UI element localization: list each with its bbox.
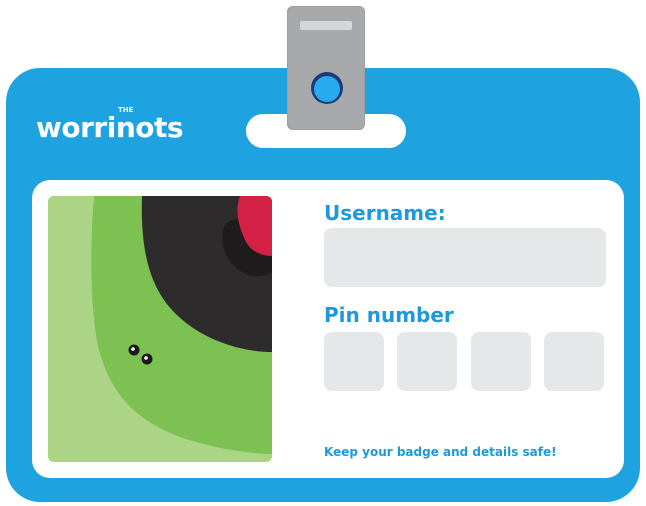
username-input[interactable] xyxy=(324,228,606,287)
clip-bar xyxy=(300,21,352,30)
pin-label: Pin number xyxy=(324,303,454,327)
worrinot-creature-avatar xyxy=(48,196,272,462)
avatar xyxy=(48,196,272,462)
badge-clip-icon xyxy=(287,6,365,130)
pin-digit-4[interactable] xyxy=(544,332,604,391)
safety-note: Keep your badge and details safe! xyxy=(324,445,557,459)
pin-digit-3[interactable] xyxy=(471,332,531,391)
worrinots-logo: THE worrinots xyxy=(36,106,226,150)
username-label: Username: xyxy=(324,201,446,225)
pin-digit-2[interactable] xyxy=(397,332,457,391)
clip-hole xyxy=(311,72,343,104)
pin-digit-1[interactable] xyxy=(324,332,384,391)
logo-text: worrinots xyxy=(36,111,184,144)
